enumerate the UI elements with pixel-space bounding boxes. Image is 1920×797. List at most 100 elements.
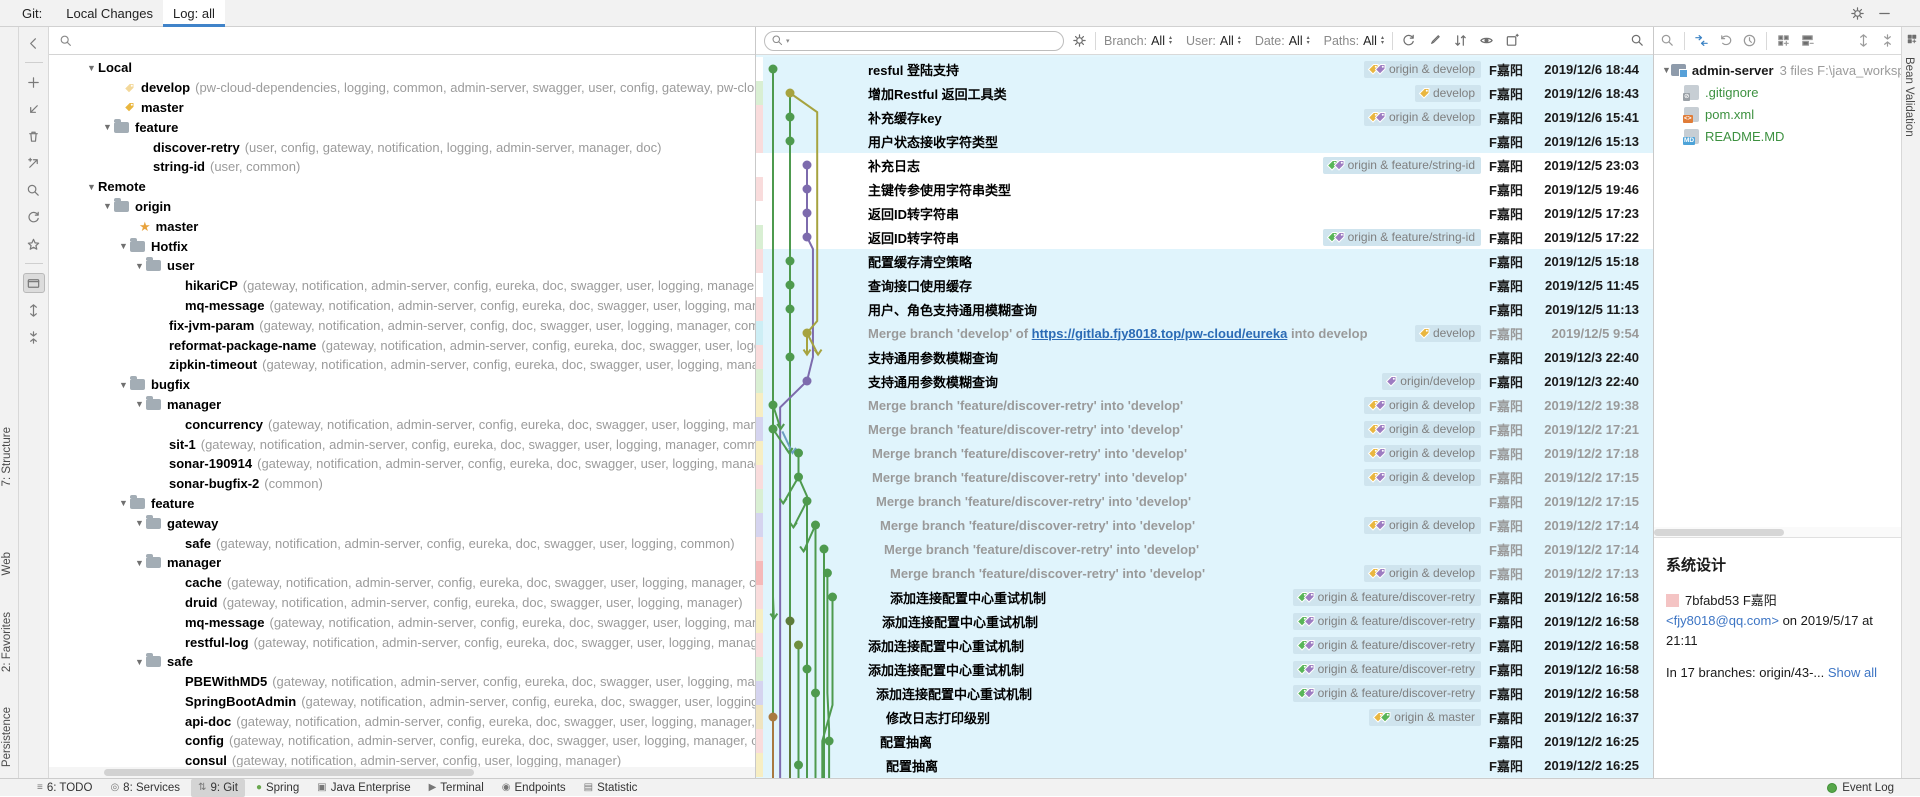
commit-row[interactable]: 主键传参使用字符串类型F嘉阳2019/12/5 19:46	[756, 177, 1653, 201]
event-log-button[interactable]: Event Log	[1827, 782, 1894, 794]
ref-label[interactable]: origin & feature/discover-retry	[1293, 661, 1481, 678]
grid-icon[interactable]	[1906, 33, 1918, 45]
commit-row[interactable]: 增加Restful 返回工具类developF嘉阳2019/12/6 18:43	[756, 81, 1653, 105]
refresh-icon[interactable]	[23, 207, 45, 227]
commit-row[interactable]: resful 登陆支持origin & developF嘉阳2019/12/6 …	[756, 57, 1653, 81]
branches-search-input[interactable]	[73, 32, 755, 49]
branch-row-bugfix[interactable]: ▼bugfix	[49, 375, 755, 395]
tree-expand-arrow-icon[interactable]: ▼	[133, 261, 146, 271]
ref-label[interactable]: origin & develop	[1364, 421, 1481, 438]
branch-row-string-id[interactable]: string-id(user, common)	[49, 157, 755, 177]
search-icon[interactable]	[23, 180, 45, 200]
stripe-tab-web[interactable]: Web	[1, 552, 13, 575]
commit-row[interactable]: 支持通用参数模糊查询origin/developF嘉阳2019/12/3 22:…	[756, 369, 1653, 393]
tab-bean-validation[interactable]: Bean Validation	[1903, 57, 1915, 137]
ref-label[interactable]: origin/develop	[1382, 373, 1481, 390]
ref-label[interactable]: origin & feature/discover-retry	[1293, 685, 1481, 702]
tab-local-changes[interactable]: Local Changes	[56, 0, 163, 27]
tree-expand-arrow-icon[interactable]: ▼	[117, 241, 130, 251]
ref-label[interactable]: origin & develop	[1364, 445, 1481, 462]
commit-row[interactable]: 添加连接配置中心重试机制origin & feature/discover-re…	[756, 633, 1653, 657]
stripe-tab-7-structure[interactable]: 7: Structure	[1, 427, 13, 486]
tree-expand-arrow-icon[interactable]: ▼	[101, 201, 114, 211]
branch-row-concurrency[interactable]: concurrency(gateway, notification, admin…	[49, 414, 755, 434]
commit-row[interactable]: Merge branch 'feature/discover-retry' in…	[756, 465, 1653, 489]
pen-icon[interactable]	[1427, 33, 1442, 48]
gear-icon[interactable]	[1850, 6, 1865, 21]
branch-row-config[interactable]: config(gateway, notification, admin-serv…	[49, 731, 755, 751]
commit-row[interactable]: 添加连接配置中心重试机制origin & feature/discover-re…	[756, 609, 1653, 633]
branch-row-master[interactable]: master	[49, 98, 755, 118]
statusbar-tab-endpoints[interactable]: ◉Endpoints	[495, 779, 573, 797]
stripe-tab-persistence[interactable]: Persistence	[1, 707, 13, 767]
branch-row-sonar-190914[interactable]: sonar-190914(gateway, notification, admi…	[49, 454, 755, 474]
branch-row-springbootadmin[interactable]: SpringBootAdmin(gateway, notification, a…	[49, 692, 755, 712]
filter-paths[interactable]: Paths:All▴▾	[1324, 34, 1384, 48]
commit-row[interactable]: Merge branch 'feature/discover-retry' in…	[756, 489, 1653, 513]
ref-label[interactable]: origin & feature/discover-retry	[1293, 637, 1481, 654]
refresh-icon[interactable]	[1401, 33, 1416, 48]
commit-row[interactable]: Merge branch 'feature/discover-retry' in…	[756, 537, 1653, 561]
plus-icon[interactable]	[23, 72, 45, 92]
commit-row[interactable]: 用户状态接收字符类型F嘉阳2019/12/6 15:13	[756, 129, 1653, 153]
branch-row-reformat-package-name[interactable]: reformat-package-name(gateway, notificat…	[49, 335, 755, 355]
branch-row-discover-retry[interactable]: discover-retry(user, config, gateway, no…	[49, 137, 755, 157]
commit-row[interactable]: 用户、角色支持通用模糊查询F嘉阳2019/12/5 11:13	[756, 297, 1653, 321]
branch-row-origin[interactable]: ▼origin	[49, 197, 755, 217]
minimize-icon[interactable]	[1877, 6, 1892, 21]
branch-row-safe[interactable]: safe(gateway, notification, admin-server…	[49, 533, 755, 553]
tree-expand-arrow-icon[interactable]: ▼	[133, 657, 146, 667]
tree-expand-arrow-icon[interactable]: ▼	[133, 518, 146, 528]
checkout-arrow-icon[interactable]	[23, 153, 45, 173]
ref-label[interactable]: origin & master	[1369, 709, 1481, 726]
expand-all-icon[interactable]	[23, 300, 45, 320]
ref-label[interactable]: origin & develop	[1364, 565, 1481, 582]
branch-row-mq-message[interactable]: mq-message(gateway, notification, admin-…	[49, 612, 755, 632]
merge-arrow-icon[interactable]	[23, 99, 45, 119]
ref-label[interactable]: origin & develop	[1364, 517, 1481, 534]
undo-icon[interactable]	[1718, 33, 1733, 48]
branches-search-row[interactable]	[49, 27, 755, 55]
branch-row-local[interactable]: ▼Local	[49, 58, 755, 78]
branch-row-pbewithmd5[interactable]: PBEWithMD5(gateway, notification, admin-…	[49, 672, 755, 692]
branch-row-fix-jvm-param[interactable]: fix-jvm-param(gateway, notification, adm…	[49, 315, 755, 335]
tree-expand-arrow-icon[interactable]: ▼	[101, 122, 114, 132]
ref-label[interactable]: origin & feature/string-id	[1323, 157, 1481, 174]
commit-row[interactable]: 配置抽离F嘉阳2019/12/2 16:25	[756, 729, 1653, 753]
eye-icon[interactable]	[1479, 33, 1494, 48]
branch-row-remote[interactable]: ▼Remote	[49, 177, 755, 197]
branch-row-master[interactable]: ★master	[49, 216, 755, 236]
branch-row-manager[interactable]: ▼manager	[49, 395, 755, 415]
pin-arrows-icon[interactable]	[1694, 33, 1709, 48]
collapse-all-icon[interactable]	[1880, 33, 1895, 48]
ref-label[interactable]: origin & develop	[1364, 397, 1481, 414]
commit-row[interactable]: Merge branch 'feature/discover-retry' in…	[756, 561, 1653, 585]
branches-horizontal-scrollbar[interactable]	[49, 767, 755, 778]
changed-file-row[interactable]: ⊘.gitignore	[1654, 81, 1901, 103]
branch-row-druid[interactable]: druid(gateway, notification, admin-serve…	[49, 593, 755, 613]
commit-row[interactable]: 返回ID转字符串origin & feature/string-idF嘉阳201…	[756, 225, 1653, 249]
branch-row-user[interactable]: ▼user	[49, 256, 755, 276]
collapse-all-icon[interactable]	[23, 327, 45, 347]
star-icon[interactable]	[23, 234, 45, 254]
show-all-link[interactable]: Show all	[1828, 665, 1877, 680]
ref-label[interactable]: origin & develop	[1364, 109, 1481, 126]
statusbar-tab-6-todo[interactable]: ≡6: TODO	[30, 779, 99, 797]
branch-row-api-doc[interactable]: api-doc(gateway, notification, admin-ser…	[49, 711, 755, 731]
favorite-star-icon[interactable]: ★	[139, 220, 151, 233]
branch-row-mq-message[interactable]: mq-message(gateway, notification, admin-…	[49, 296, 755, 316]
grid-icon[interactable]	[1776, 33, 1791, 48]
ref-label[interactable]: origin & feature/discover-retry	[1293, 613, 1481, 630]
commit-row[interactable]: 添加连接配置中心重试机制origin & feature/discover-re…	[756, 585, 1653, 609]
commit-row[interactable]: 返回ID转字符串F嘉阳2019/12/5 17:23	[756, 201, 1653, 225]
commit-row[interactable]: 配置缓存清空策略F嘉阳2019/12/5 15:18	[756, 249, 1653, 273]
commit-message-link[interactable]: https://gitlab.fjy8018.top/pw-cloud/eure…	[1032, 326, 1288, 341]
grid2-icon[interactable]	[1800, 33, 1815, 48]
new-tab-icon[interactable]	[1505, 33, 1520, 48]
changed-file-row[interactable]: MDREADME.MD	[1654, 125, 1901, 147]
changed-file-row[interactable]: <>pom.xml	[1654, 103, 1901, 125]
branch-row-consul[interactable]: consul(gateway, notification, admin-serv…	[49, 751, 755, 767]
search-icon[interactable]	[1660, 33, 1675, 48]
branch-row-feature[interactable]: ▼feature	[49, 117, 755, 137]
commit-row[interactable]: 添加连接配置中心重试机制origin & feature/discover-re…	[756, 681, 1653, 705]
